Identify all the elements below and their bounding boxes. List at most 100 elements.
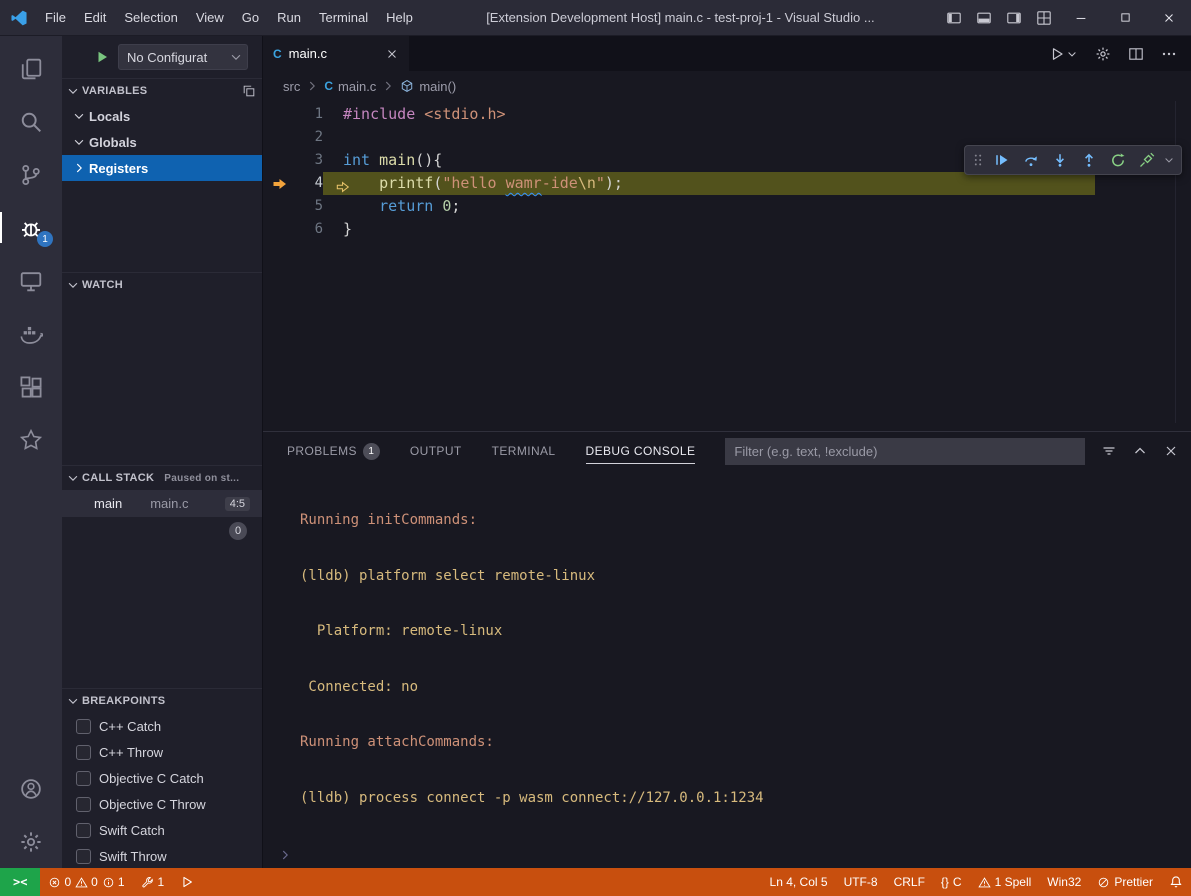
- tab-main-c[interactable]: C main.c: [263, 36, 409, 71]
- gutter-glyph[interactable]: [263, 149, 297, 172]
- close-tab-button[interactable]: [385, 46, 399, 62]
- continue-button[interactable]: [987, 147, 1016, 173]
- checkbox[interactable]: [76, 849, 91, 864]
- code-content[interactable]: return 0;: [323, 195, 1095, 218]
- activity-remote-explorer[interactable]: [0, 254, 62, 307]
- line-number: 6: [297, 218, 323, 241]
- platform-indicator[interactable]: Win32: [1039, 868, 1089, 896]
- checkbox[interactable]: [76, 719, 91, 734]
- tab-output[interactable]: OUTPUT: [410, 432, 462, 470]
- menu-run[interactable]: Run: [268, 5, 310, 30]
- code-content[interactable]: }: [323, 218, 1095, 241]
- breakpoint-objc-catch[interactable]: Objective C Catch: [62, 765, 262, 791]
- activity-source-control[interactable]: [0, 148, 62, 201]
- remote-indicator[interactable]: ><: [0, 868, 40, 896]
- maximize-button[interactable]: [1103, 0, 1147, 35]
- start-debugging-button[interactable]: [94, 49, 110, 66]
- activity-favorites[interactable]: [0, 413, 62, 466]
- checkbox[interactable]: [76, 797, 91, 812]
- breakpoint-swift-throw[interactable]: Swift Throw: [62, 843, 262, 869]
- minimize-button[interactable]: [1059, 0, 1103, 35]
- watch-section: WATCH: [62, 272, 262, 465]
- encoding-indicator[interactable]: UTF-8: [836, 868, 886, 896]
- tab-terminal[interactable]: TERMINAL: [492, 432, 556, 470]
- restart-button[interactable]: [1103, 147, 1132, 173]
- debug-status-button[interactable]: [172, 868, 202, 896]
- menu-edit[interactable]: Edit: [75, 5, 115, 30]
- cursor-position[interactable]: Ln 4, Col 5: [762, 868, 836, 896]
- settings-button[interactable]: [0, 815, 62, 868]
- gutter-glyph[interactable]: [263, 195, 297, 218]
- breakpoint-objc-throw[interactable]: Objective C Throw: [62, 791, 262, 817]
- variables-locals-row[interactable]: Locals: [62, 103, 262, 129]
- eol-indicator[interactable]: CRLF: [886, 868, 933, 896]
- breakpoint-cpp-throw[interactable]: C++ Throw: [62, 739, 262, 765]
- gutter-glyph[interactable]: [263, 218, 297, 241]
- spell-checker-status[interactable]: 1 Spell: [970, 868, 1040, 896]
- code-editor[interactable]: 1 #include <stdio.h> 2 3 int main(){ 4: [263, 101, 1191, 431]
- language-mode[interactable]: {}C: [933, 868, 970, 896]
- breakpoints-header[interactable]: BREAKPOINTS: [62, 688, 262, 713]
- toggle-panel-button[interactable]: [969, 0, 999, 35]
- checkbox[interactable]: [76, 771, 91, 786]
- accounts-button[interactable]: [0, 762, 62, 815]
- tab-debug-console[interactable]: DEBUG CONSOLE: [586, 432, 696, 470]
- close-panel-button[interactable]: [1163, 443, 1179, 460]
- debug-console-input[interactable]: [263, 842, 1191, 868]
- menu-terminal[interactable]: Terminal: [310, 5, 377, 30]
- formatter-status[interactable]: Prettier: [1089, 868, 1161, 896]
- toggle-sidebar-button[interactable]: [939, 0, 969, 35]
- menu-file[interactable]: File: [36, 5, 75, 30]
- checkbox[interactable]: [76, 823, 91, 838]
- call-stack-header[interactable]: CALL STACK Paused on st...: [62, 465, 262, 490]
- debug-configuration-select[interactable]: No Configurat: [118, 44, 248, 70]
- close-window-button[interactable]: [1147, 0, 1191, 35]
- copy-value-icon[interactable]: [242, 84, 256, 98]
- more-actions-button[interactable]: [1161, 45, 1177, 62]
- variables-registers-row[interactable]: Registers: [62, 155, 262, 181]
- console-filter-input[interactable]: [725, 438, 1085, 465]
- menu-selection[interactable]: Selection: [115, 5, 186, 30]
- filter-options-button[interactable]: [1101, 443, 1117, 460]
- breadcrumb-folder[interactable]: src: [283, 79, 300, 94]
- activity-explorer[interactable]: [0, 42, 62, 95]
- disconnect-button[interactable]: [1132, 147, 1161, 173]
- toggle-secondary-sidebar-button[interactable]: [999, 0, 1029, 35]
- notifications-button[interactable]: [1161, 868, 1191, 896]
- activity-run-debug[interactable]: 1: [0, 201, 62, 254]
- gutter-glyph[interactable]: [263, 103, 297, 126]
- chevron-down-icon: [66, 694, 80, 708]
- code-content[interactable]: printf("hello wamr-ide\n");: [323, 172, 1095, 195]
- tab-problems[interactable]: PROBLEMS1: [287, 432, 380, 470]
- toolbar-drag-handle[interactable]: [969, 153, 987, 167]
- toolchain-settings-button[interactable]: [1095, 45, 1111, 62]
- toolchain-status[interactable]: 1: [133, 868, 173, 896]
- problems-status[interactable]: 0 0 1: [40, 868, 132, 896]
- menu-view[interactable]: View: [187, 5, 233, 30]
- breadcrumb-symbol[interactable]: main(): [400, 79, 456, 94]
- step-into-button[interactable]: [1045, 147, 1074, 173]
- watch-header[interactable]: WATCH: [62, 272, 262, 297]
- step-out-button[interactable]: [1074, 147, 1103, 173]
- breadcrumb-file[interactable]: Cmain.c: [324, 79, 376, 94]
- breakpoint-swift-catch[interactable]: Swift Catch: [62, 817, 262, 843]
- split-editor-button[interactable]: [1128, 45, 1144, 62]
- variables-header[interactable]: VARIABLES: [62, 78, 262, 103]
- activity-extensions[interactable]: [0, 360, 62, 413]
- activity-search[interactable]: [0, 95, 62, 148]
- menu-help[interactable]: Help: [377, 5, 422, 30]
- code-content[interactable]: #include <stdio.h>: [323, 103, 1095, 126]
- step-over-button[interactable]: [1016, 147, 1045, 173]
- current-line-arrow[interactable]: [263, 172, 297, 195]
- gutter-glyph[interactable]: [263, 126, 297, 149]
- breakpoint-cpp-catch[interactable]: C++ Catch: [62, 713, 262, 739]
- maximize-panel-button[interactable]: [1132, 443, 1148, 460]
- variables-globals-row[interactable]: Globals: [62, 129, 262, 155]
- debug-toolbar-dropdown[interactable]: [1161, 147, 1177, 173]
- stack-frame-row[interactable]: main main.c 4:5: [62, 490, 262, 517]
- customize-layout-button[interactable]: [1029, 0, 1059, 35]
- checkbox[interactable]: [76, 745, 91, 760]
- run-or-debug-button[interactable]: [1049, 46, 1078, 62]
- activity-docker[interactable]: [0, 307, 62, 360]
- menu-go[interactable]: Go: [233, 5, 268, 30]
